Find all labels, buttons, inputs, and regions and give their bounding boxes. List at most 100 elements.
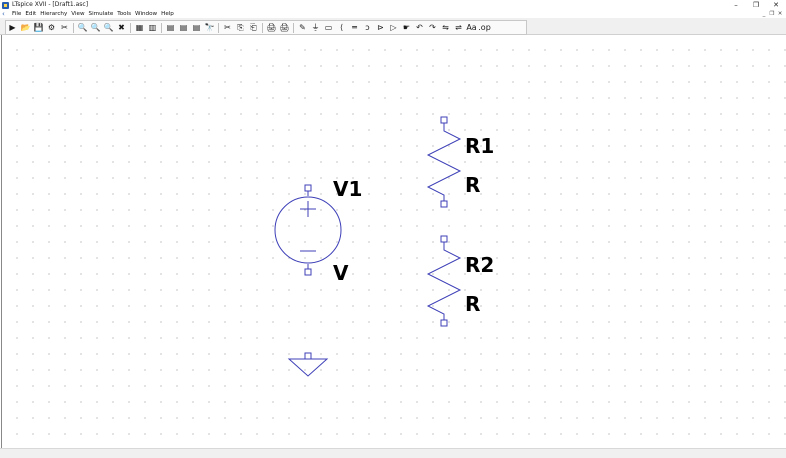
cut-icon: ✂ <box>224 22 231 32</box>
mirror-button[interactable]: ▤ <box>191 22 203 34</box>
r1-pin-bottom[interactable] <box>440 200 448 208</box>
redo-button[interactable]: ↷ <box>427 22 439 34</box>
menu-view[interactable]: View <box>71 10 84 18</box>
control-panel-button[interactable]: ⚙ <box>46 22 58 34</box>
voltage-source-v1[interactable] <box>274 184 342 276</box>
window-title: LTspice XVII - [Draft1.asc] <box>12 1 89 8</box>
menu-file[interactable]: File <box>12 10 21 18</box>
back-arrow-icon[interactable]: ‹ <box>2 10 8 18</box>
r2-value-label[interactable]: R <box>465 294 480 314</box>
menu-help[interactable]: Help <box>161 10 174 18</box>
diode-button[interactable]: ⊳ <box>375 22 387 34</box>
spice-directive-button[interactable]: .op <box>478 22 491 34</box>
r2-pin-bottom[interactable] <box>440 319 448 327</box>
paste-icon: ⎗ <box>250 22 257 32</box>
menu-window[interactable]: Window <box>135 10 157 18</box>
menu-hierarchy[interactable]: Hierarchy <box>40 10 67 18</box>
v1-value-label[interactable]: V <box>333 263 348 283</box>
zoom-fit-button[interactable]: 🔍 <box>103 22 115 34</box>
v1-pin-top[interactable] <box>304 184 312 192</box>
cancel-zoom-button[interactable]: ✖ <box>116 22 128 34</box>
r1-value-label[interactable]: R <box>465 175 480 195</box>
zoom-in-button[interactable]: 🔍 <box>77 22 89 34</box>
r2-pin-top[interactable] <box>440 235 448 243</box>
v1-pin-bottom[interactable] <box>304 268 312 276</box>
paste-button[interactable]: ⎗ <box>248 22 260 34</box>
zoom-out-button[interactable]: 🔍 <box>90 22 102 34</box>
copy-icon: ⎘ <box>237 22 244 32</box>
mirror-part-icon: ⇌ <box>455 22 462 32</box>
copy-button[interactable]: ⎘ <box>235 22 247 34</box>
cut-button[interactable]: ✂ <box>222 22 234 34</box>
close-all-icon: ▤ <box>179 22 188 32</box>
halt-button[interactable]: ✂ <box>59 22 71 34</box>
toolbar-separator <box>262 22 263 33</box>
find-button[interactable]: 🔭 <box>204 22 216 34</box>
r2-reference-label[interactable]: R2 <box>465 255 494 275</box>
draw-wire-button[interactable]: ✎ <box>297 22 309 34</box>
print-preview-icon: 🖨 <box>279 22 290 32</box>
ground-button[interactable]: ⏚ <box>310 22 322 34</box>
find-icon: 🔭 <box>204 22 215 32</box>
print-preview-button[interactable]: 🖨 <box>279 22 291 34</box>
mdi-controls: _ ❐ ✕ <box>760 10 784 18</box>
minimize-button[interactable]: – <box>726 0 746 10</box>
component-icon: ▷ <box>390 22 397 32</box>
menu-simulate[interactable]: Simulate <box>89 10 114 18</box>
mirror-part-button[interactable]: ⇌ <box>453 22 465 34</box>
title-bar: LTspice XVII - [Draft1.asc] – ❐ ✕ <box>0 0 786 10</box>
move-button[interactable]: ☛ <box>401 22 413 34</box>
menu-edit[interactable]: Edit <box>25 10 36 18</box>
resistor-r1[interactable] <box>426 116 462 208</box>
print-button[interactable]: 🖨 <box>266 22 278 34</box>
menu-tools[interactable]: Tools <box>117 10 131 18</box>
inductor-button[interactable]: ↄ <box>362 22 374 34</box>
tile-horizontal-icon: ▦ <box>135 22 144 32</box>
zoom-in-icon: 🔍 <box>77 22 88 32</box>
tile-horizontal-button[interactable]: ▦ <box>134 22 146 34</box>
halt-icon: ✂ <box>61 22 68 32</box>
save-button[interactable]: 💾 <box>33 22 45 34</box>
capacitor-icon: ═ <box>352 22 357 32</box>
run-button[interactable]: ▶ <box>7 22 19 34</box>
zoom-fit-icon: 🔍 <box>103 22 114 32</box>
toolbar: ▶ 📂 💾 ⚙ ✂ 🔍 🔍 🔍 ✖ ▦ ▥ ▤ ▤ ▤ 🔭 ✂ ⎘ ⎗ 🖨 🖨 ✎ ⏚ ▭ ⟨ ═ ↄ ⊳ ▷ ☛ ↶ ↷ ⇋ ⇌ Aa .op <box>0 18 786 35</box>
schematic-canvas[interactable]: V1 V R1 R R2 R <box>1 35 786 448</box>
close-all-button[interactable]: ▤ <box>178 22 190 34</box>
toolbar-separator <box>161 22 162 33</box>
r1-pin-top[interactable] <box>440 116 448 124</box>
run-icon: ▶ <box>9 22 16 32</box>
tile-vertical-button[interactable]: ▥ <box>147 22 159 34</box>
resistor-r2[interactable] <box>426 235 462 327</box>
ground-icon: ⏚ <box>311 22 320 32</box>
ltspice-app-icon <box>2 1 9 9</box>
restore-button[interactable]: ❐ <box>746 0 766 10</box>
resistor-icon: ⟨ <box>339 22 344 32</box>
v1-reference-label[interactable]: V1 <box>333 179 362 199</box>
save-icon: 💾 <box>33 22 44 32</box>
text-button[interactable]: Aa <box>466 22 478 34</box>
capacitor-button[interactable]: ═ <box>349 22 361 34</box>
mdi-minimize-button[interactable]: _ <box>760 10 768 18</box>
rotate-button[interactable]: ⇋ <box>440 22 452 34</box>
mdi-restore-button[interactable]: ❐ <box>768 10 776 18</box>
open-button[interactable]: 📂 <box>20 22 32 34</box>
resistor-button[interactable]: ⟨ <box>336 22 348 34</box>
mdi-close-button[interactable]: ✕ <box>776 10 784 18</box>
open-icon: 📂 <box>20 22 31 32</box>
undo-icon: ↶ <box>416 22 423 32</box>
r1-reference-label[interactable]: R1 <box>465 136 494 156</box>
label-net-button[interactable]: ▭ <box>323 22 335 34</box>
rotate-icon: ⇋ <box>442 22 449 32</box>
ground-pin[interactable] <box>304 352 312 360</box>
label-net-icon: ▭ <box>324 22 333 32</box>
undo-button[interactable]: ↶ <box>414 22 426 34</box>
close-button[interactable]: ✕ <box>766 0 786 10</box>
component-button[interactable]: ▷ <box>388 22 400 34</box>
control-panel-icon: ⚙ <box>47 22 56 32</box>
zoom-out-icon: 🔍 <box>90 22 101 32</box>
schematic-drawing <box>274 116 462 377</box>
toolbar-separator <box>293 22 294 33</box>
cascade-button[interactable]: ▤ <box>165 22 177 34</box>
ground-symbol[interactable] <box>287 352 329 377</box>
